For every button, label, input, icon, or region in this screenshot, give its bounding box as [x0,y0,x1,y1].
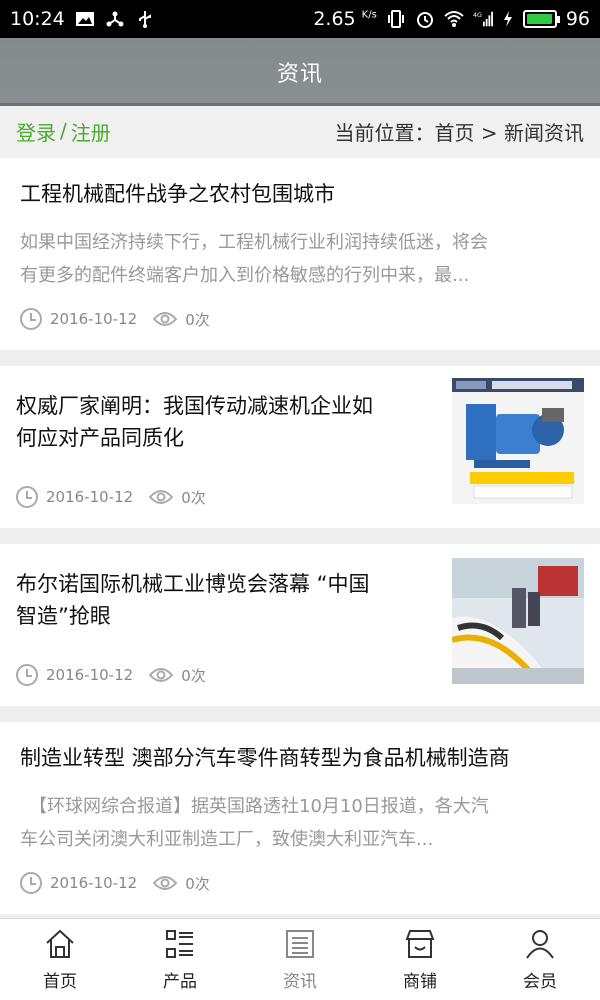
article-meta: 2016-10-12 0次 [16,486,206,508]
eye-icon [149,490,174,504]
article-views: 0次 [181,666,206,685]
article-title: 权威厂家阐明：我国传动减速机企业如 何应对产品同质化 [16,394,373,450]
title-bar: 资讯 [0,38,600,105]
usb-icon [138,11,151,28]
article-summary: 如果中国经济持续下行，工程机械行业利润持续低迷，将会 有更多的配件终端客户加入到… [20,232,488,286]
article-thumbnail[interactable] [452,378,584,504]
signal-icon: 4G [473,11,493,27]
shop-icon [405,930,435,958]
list-item[interactable]: 布尔诺国际机械工业博览会落幕 “中国 智造”抢眼 2016-10-12 0次 [0,544,600,706]
page-title: 资讯 [276,61,323,87]
nav-label: 商铺 [403,972,437,992]
alarm-icon [416,12,433,28]
nav-home[interactable]: 首页 [0,919,120,1000]
battery-percent: 96 [565,8,590,30]
nav-label: 产品 [163,972,197,992]
home-icon [46,929,74,958]
article-views: 0次 [185,874,210,893]
breadcrumb-bar: 登录 / 注册 当前位置：首页 > 新闻资讯 [0,106,600,156]
nav-label: 首页 [43,972,77,992]
article-title: 制造业转型 澳部分汽车零件商转型为食品机械制造商 [20,746,510,770]
nav-label: 资讯 [283,972,317,992]
article-meta: 2016-10-12 0次 [16,664,206,686]
battery-icon [522,10,560,28]
article-views: 0次 [181,488,206,507]
nav-shop[interactable]: 商铺 [360,919,480,1000]
eye-icon [149,668,174,682]
nav-label: 会员 [523,972,557,992]
article-date: 2016-10-12 [50,874,138,892]
clock-time: 10:24 [10,8,65,30]
article-summary: 【环球网综合报道】据英国路透社10月10日报道，各大汽 车公司关闭澳大利亚制造工… [20,796,489,850]
charging-icon [503,11,512,27]
image-icon [75,12,94,26]
list-item[interactable]: 制造业转型 澳部分汽车零件商转型为食品机械制造商 【环球网综合报道】据英国路透社… [0,722,600,914]
article-thumbnail[interactable] [452,558,584,684]
network-speed: 2.65 K/s [313,8,377,30]
register-link[interactable]: 注册 [71,117,111,146]
article-title: 布尔诺国际机械工业博览会落幕 “中国 智造”抢眼 [16,572,370,628]
login-link[interactable]: 登录 [16,117,56,146]
clock-icon [20,308,42,330]
clock-icon [20,872,42,894]
bottom-nav: 首页 产品 资讯 商铺 会员 [0,918,600,1000]
list-icon [166,930,193,958]
breadcrumb: 当前位置：首页 > 新闻资讯 [334,120,584,145]
clock-icon [16,664,38,686]
article-title: 工程机械配件战争之农村包围城市 [20,182,335,206]
login-separator: / [60,119,67,143]
article-date: 2016-10-12 [50,310,138,328]
article-meta: 2016-10-12 0次 [20,308,210,330]
news-icon [286,930,314,958]
article-meta: 2016-10-12 0次 [20,872,210,894]
status-bar: 10:24 2.65 K/s 4G 96 [0,0,600,38]
list-item[interactable]: 权威厂家阐明：我国传动减速机企业如 何应对产品同质化 2016-10-12 0次 [0,366,600,528]
list-item[interactable]: 工程机械配件战争之农村包围城市 如果中国经济持续下行，工程机械行业利润持续低迷，… [0,158,600,350]
eye-icon [153,876,178,890]
article-views: 0次 [185,310,210,329]
article-date: 2016-10-12 [46,488,134,506]
nav-products[interactable]: 产品 [120,919,240,1000]
eye-icon [153,312,178,326]
share-icon [106,11,124,27]
vibrate-icon [387,10,404,28]
nav-news[interactable]: 资讯 [240,919,360,1000]
clock-icon [16,486,38,508]
nav-member[interactable]: 会员 [480,919,600,1000]
user-icon [526,930,554,959]
wifi-icon [444,11,464,27]
svg-text:4G: 4G [473,12,482,19]
article-date: 2016-10-12 [46,666,134,684]
